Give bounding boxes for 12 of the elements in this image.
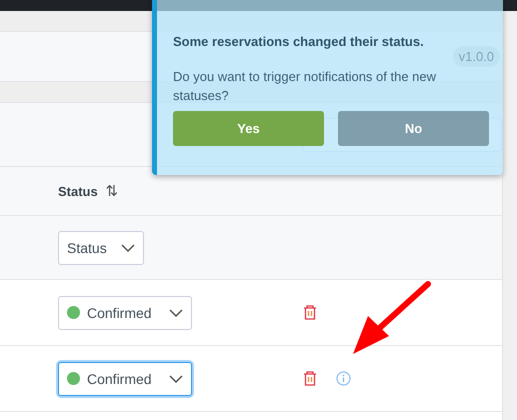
reservation-status-dropdown[interactable]: Confirmed <box>58 362 192 396</box>
delete-icon[interactable] <box>303 371 317 386</box>
delete-icon[interactable] <box>303 305 317 320</box>
toast-message: Do you want to trigger notifications of the new statuses? <box>173 68 438 105</box>
toast-title: Some reservations changed their status. <box>173 34 425 49</box>
sort-icon[interactable]: ⇅ <box>106 182 119 200</box>
column-header[interactable]: Status <box>58 184 98 198</box>
filter-dropdown[interactable]: Status <box>58 230 144 264</box>
chevron-icon <box>169 374 183 382</box>
reservation-status-dropdown[interactable]: Confirmed <box>58 296 192 330</box>
chevron-icon <box>121 244 135 252</box>
chevron-icon <box>169 308 183 316</box>
